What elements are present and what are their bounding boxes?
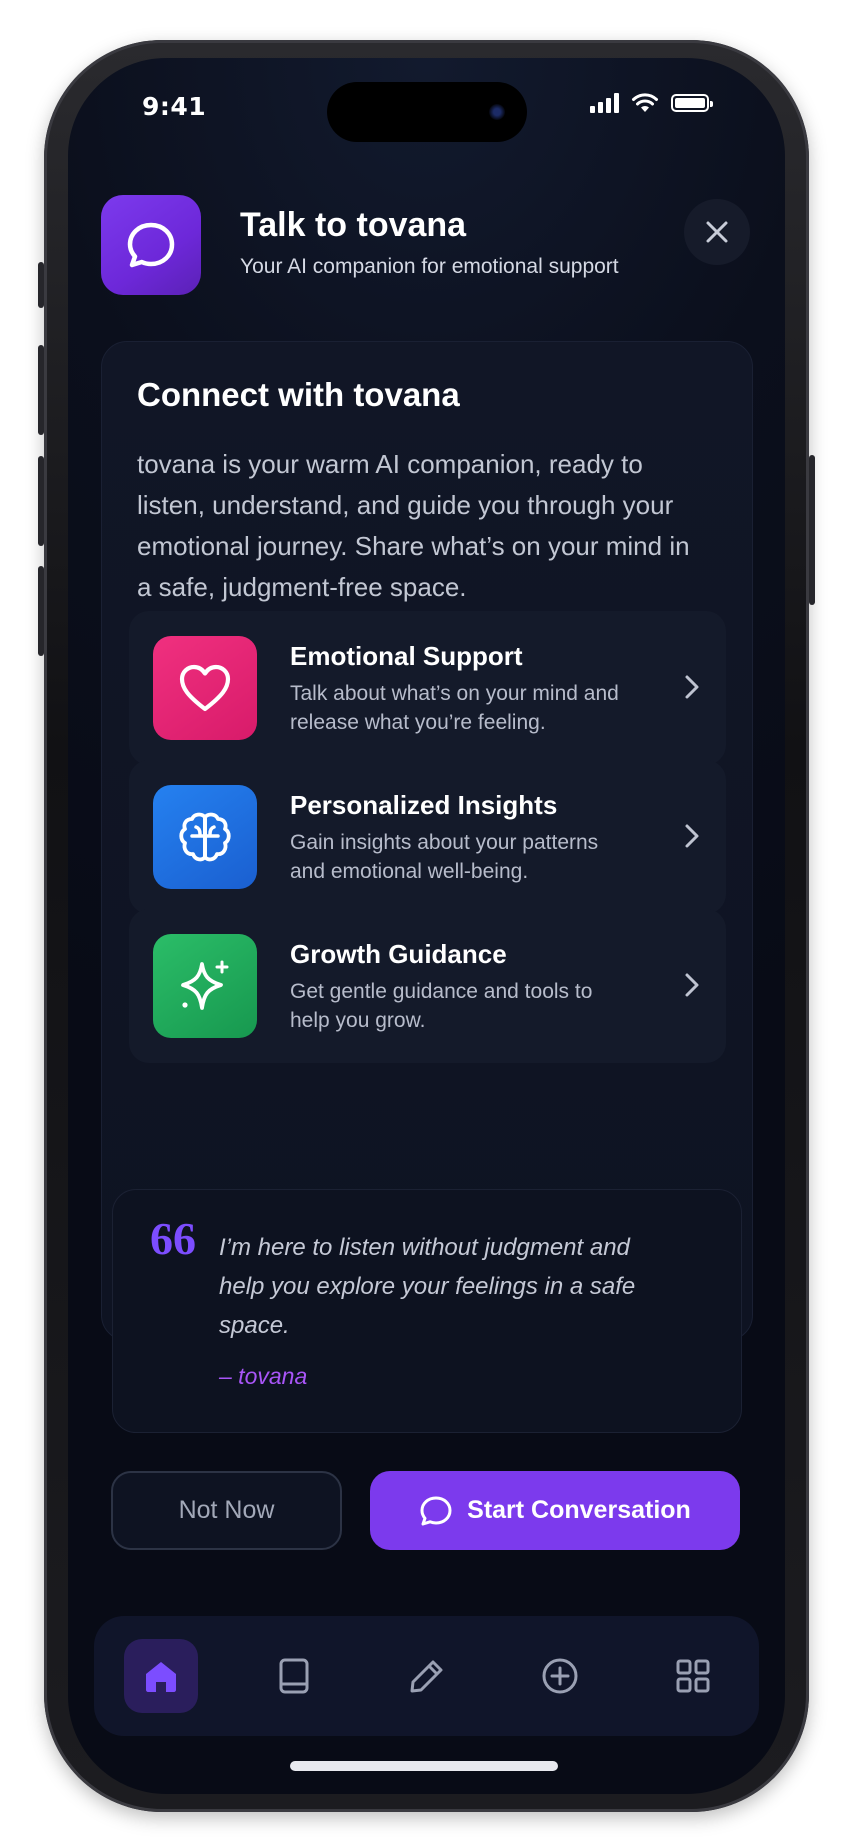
volume-down-button (38, 456, 44, 546)
camera-icon (489, 104, 505, 120)
card-title: Connect with tovana (137, 376, 460, 413)
status-time: 9:41 (142, 92, 207, 121)
action-button (38, 262, 44, 308)
chevron-right-icon (685, 675, 699, 699)
close-icon (706, 221, 728, 243)
not-now-button[interactable]: Not Now (111, 1471, 342, 1550)
status-icons (590, 92, 713, 114)
start-conversation-label: Start Conversation (467, 1496, 691, 1524)
volume-up-button (38, 345, 44, 435)
page-subtitle: Your AI companion for emotional support (240, 255, 619, 278)
feature-title: Personalized Insights (290, 790, 558, 820)
heart-icon (153, 636, 257, 740)
side-button-lower (38, 566, 44, 656)
chevron-right-icon (685, 824, 699, 848)
tab-add[interactable] (523, 1639, 597, 1713)
tab-journal[interactable] (257, 1639, 331, 1713)
start-conversation-button[interactable]: Start Conversation (370, 1471, 740, 1550)
tab-home[interactable] (123, 1639, 198, 1713)
brain-icon (153, 785, 257, 889)
home-icon (145, 1662, 176, 1692)
quote-icon: 66 (150, 1213, 196, 1264)
power-button (809, 455, 815, 605)
signal-icon (590, 93, 619, 113)
screen: 9:41 Talk to tovana Your AI companion fo… (68, 58, 785, 1794)
chat-bubble-icon (420, 1496, 452, 1525)
page-title: Talk to tovana (240, 206, 467, 244)
quote-card: 66 I’m here to listen without judgment a… (112, 1189, 742, 1433)
chevron-right-icon (685, 973, 699, 997)
book-icon (279, 1658, 308, 1694)
feature-title: Growth Guidance (290, 939, 507, 969)
grid-icon (676, 1659, 709, 1693)
chat-bubble-icon (101, 195, 201, 295)
sparkle-icon (153, 934, 257, 1038)
feature-growth-guidance[interactable]: Growth Guidance Get gentle guidance and … (129, 909, 726, 1063)
feature-emotional-support[interactable]: Emotional Support Talk about what’s on y… (129, 611, 726, 765)
battery-icon (671, 94, 713, 112)
quote-text: I’m here to listen without judgment and … (219, 1234, 636, 1339)
tab-more[interactable] (656, 1639, 730, 1713)
close-button[interactable] (684, 199, 750, 265)
feature-personalized-insights[interactable]: Personalized Insights Gain insights abou… (129, 760, 726, 914)
feature-description: Get gentle guidance and tools to help yo… (290, 980, 593, 1032)
card-description: tovana is your warm AI companion, ready … (137, 449, 690, 602)
tab-write[interactable] (390, 1639, 464, 1713)
feature-title: Emotional Support (290, 641, 523, 671)
wifi-icon (632, 93, 658, 112)
home-indicator[interactable] (290, 1761, 558, 1771)
quote-author: – tovana (219, 1363, 308, 1389)
feature-description: Talk about what’s on your mind and relea… (290, 682, 619, 734)
pencil-icon (410, 1660, 442, 1693)
feature-description: Gain insights about your patterns and em… (290, 831, 599, 883)
plus-circle-icon (542, 1658, 577, 1694)
tab-bar (94, 1616, 759, 1736)
dynamic-island (327, 82, 527, 142)
